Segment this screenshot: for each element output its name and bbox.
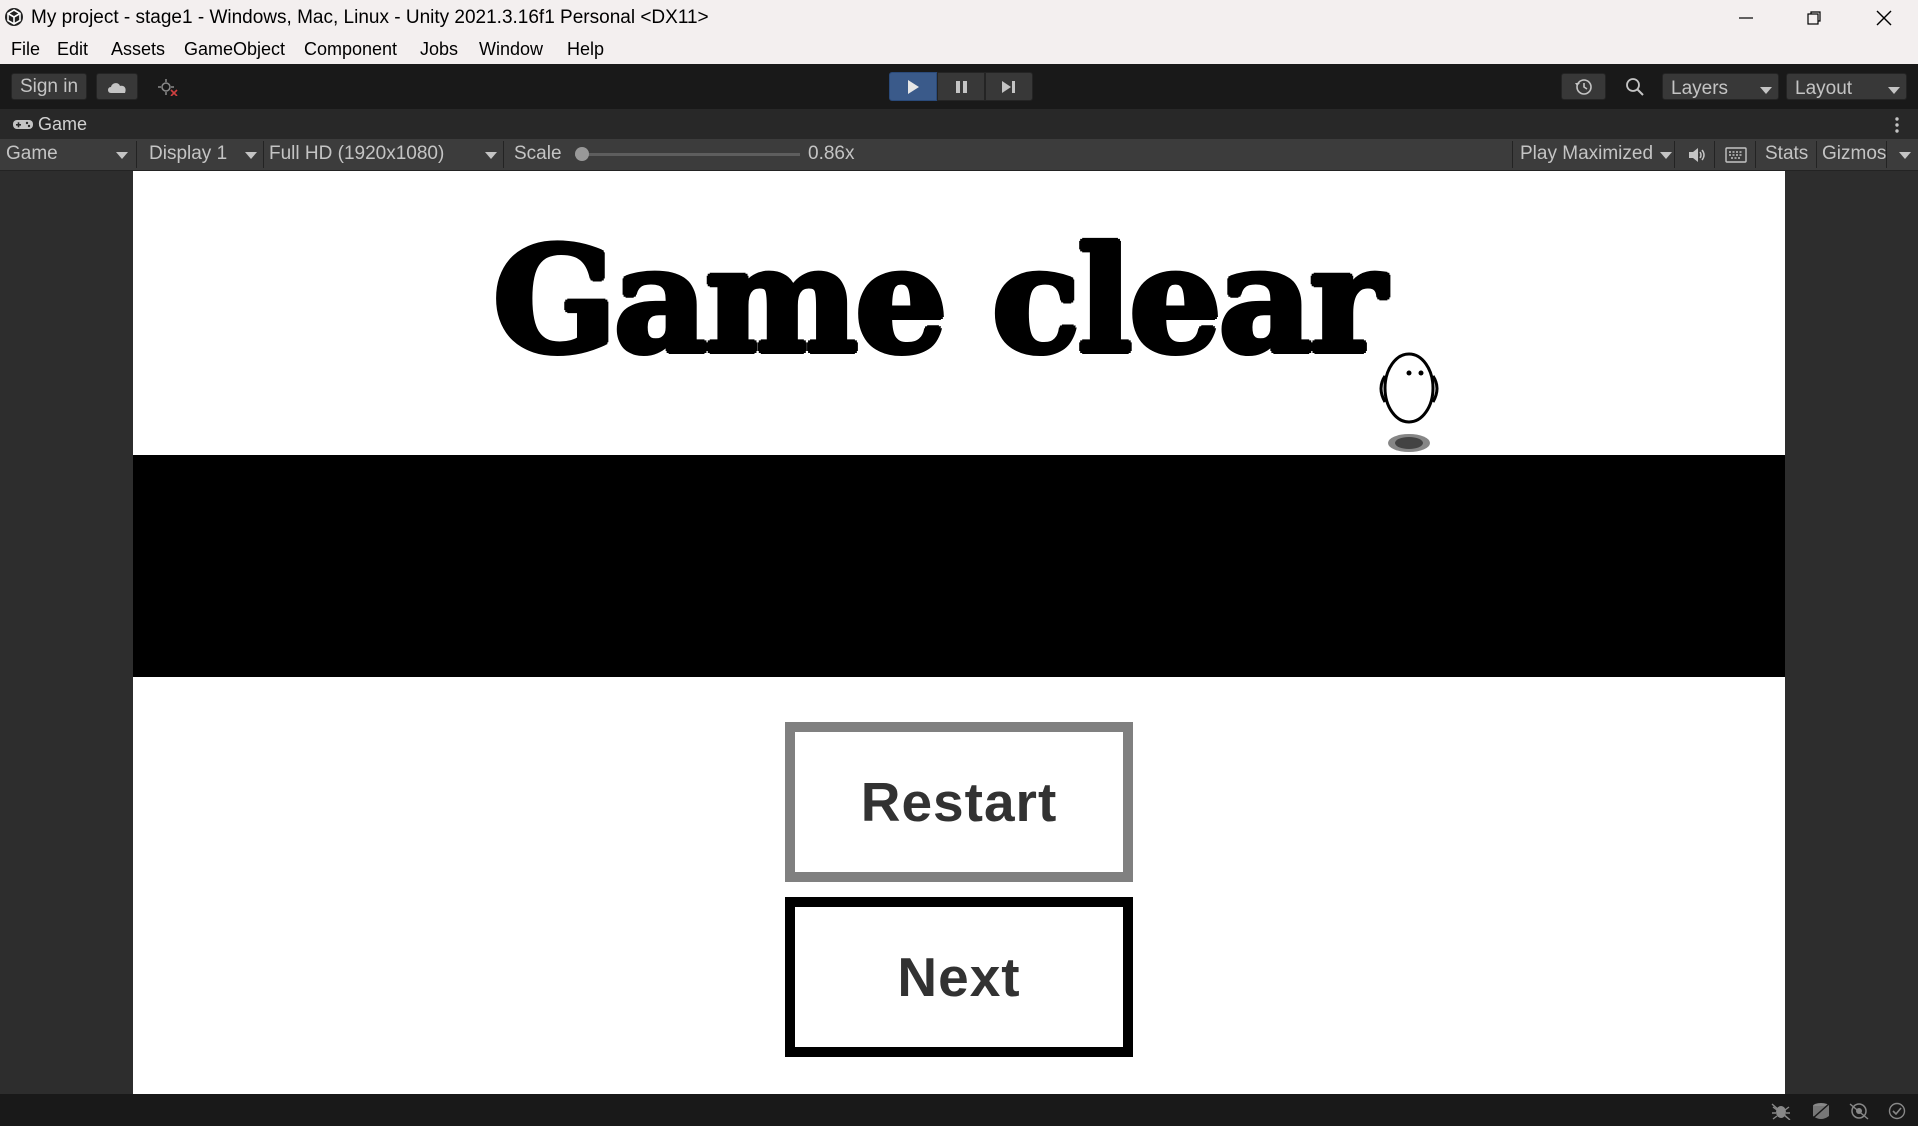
divider <box>503 141 504 168</box>
divider <box>1816 141 1817 168</box>
chevron-down-icon <box>116 152 128 159</box>
divider <box>1714 141 1715 168</box>
play-icon <box>908 79 919 94</box>
chevron-down-icon <box>1660 152 1672 159</box>
display-label: Display 1 <box>149 143 228 164</box>
search-icon <box>1626 77 1644 96</box>
main-toolbar: Sign in Layers Layout <box>0 64 1918 109</box>
play-mode-label: Play Maximized <box>1520 143 1654 164</box>
layers-label: Layers <box>1671 78 1729 99</box>
layout-dropdown[interactable]: Layout <box>1786 73 1907 100</box>
menu-jobs[interactable]: Jobs <box>420 39 458 60</box>
gizmos-button[interactable]: Gizmos <box>1822 143 1886 165</box>
scale-slider-track[interactable] <box>575 147 800 161</box>
status-bar <box>0 1094 1918 1126</box>
keyboard-icon[interactable] <box>1725 147 1747 163</box>
game-clear-title: Game clear <box>493 216 1386 386</box>
unity-logo-icon <box>5 8 23 26</box>
game-tab-bar: Game <box>0 109 1918 139</box>
game-view: Game clear Restart Next <box>0 171 1918 1094</box>
egg-character-icon <box>1379 352 1439 452</box>
pause-button[interactable] <box>937 72 985 101</box>
restart-button[interactable]: Restart <box>785 722 1133 882</box>
tab-game-label: Game <box>38 113 88 134</box>
window-title-bar: My project - stage1 - Windows, Mac, Linu… <box>0 0 1918 35</box>
divider <box>136 141 137 168</box>
menu-gameobject[interactable]: GameObject <box>184 39 285 60</box>
bug-icon[interactable] <box>1770 1102 1792 1120</box>
divider <box>1674 141 1675 168</box>
view-dropdown[interactable]: Game <box>0 139 134 170</box>
resolution-label: Full HD (1920x1080) <box>269 143 445 164</box>
menu-component[interactable]: Component <box>304 39 397 60</box>
tab-game[interactable]: Game <box>0 109 87 139</box>
stats-button[interactable]: Stats <box>1765 143 1808 165</box>
divider <box>1886 141 1887 168</box>
cloud-button[interactable] <box>96 73 138 100</box>
scale-slider-thumb[interactable] <box>575 147 589 161</box>
menu-assets[interactable]: Assets <box>111 39 165 60</box>
menu-window[interactable]: Window <box>479 39 543 60</box>
menu-edit[interactable]: Edit <box>57 39 88 60</box>
layout-label: Layout <box>1795 78 1853 99</box>
window-title: My project - stage1 - Windows, Mac, Linu… <box>31 7 709 28</box>
next-label: Next <box>897 946 1021 1008</box>
next-button[interactable]: Next <box>785 897 1133 1057</box>
scale-label: Scale <box>514 143 562 164</box>
chevron-down-icon <box>245 152 257 159</box>
play-button[interactable] <box>889 72 937 101</box>
sign-in-label: Sign in <box>19 75 79 97</box>
step-icon <box>1002 80 1015 93</box>
gamepad-icon <box>13 120 33 129</box>
network-icon[interactable] <box>1848 1102 1870 1120</box>
view-label: Game <box>6 143 58 164</box>
chevron-down-icon <box>1888 87 1900 94</box>
menu-bar: File Edit Assets GameObject Component Jo… <box>0 35 1918 64</box>
game-screen: Game clear Restart Next <box>133 171 1785 1094</box>
restart-label: Restart <box>860 771 1058 833</box>
game-view-toolbar: Game Display 1 Full HD (1920x1080) Scale… <box>0 139 1918 171</box>
sign-in-button[interactable]: Sign in <box>11 73 87 100</box>
restore-icon[interactable] <box>1780 0 1848 35</box>
search-button[interactable] <box>1614 73 1656 100</box>
chevron-down-icon <box>485 152 497 159</box>
scale-value: 0.86x <box>808 143 855 164</box>
ground-platform <box>133 455 1785 677</box>
menu-help[interactable]: Help <box>567 39 604 60</box>
minimize-icon[interactable] <box>1712 0 1780 35</box>
close-icon[interactable] <box>1850 0 1918 35</box>
history-button[interactable] <box>1561 73 1606 100</box>
history-icon <box>1574 78 1592 95</box>
menu-file[interactable]: File <box>11 39 40 60</box>
cache-icon[interactable] <box>1810 1102 1832 1120</box>
speaker-icon[interactable] <box>1687 146 1707 164</box>
play-mode-dropdown[interactable]: Play Maximized <box>1512 139 1672 170</box>
collab-icon <box>158 78 178 96</box>
display-dropdown[interactable]: Display 1 <box>143 139 263 170</box>
chevron-down-icon <box>1760 87 1772 94</box>
step-button[interactable] <box>985 72 1033 101</box>
pause-icon <box>956 80 967 93</box>
check-icon[interactable] <box>1887 1102 1907 1120</box>
chevron-down-icon[interactable] <box>1899 152 1911 159</box>
layers-dropdown[interactable]: Layers <box>1662 73 1779 100</box>
resolution-dropdown[interactable]: Full HD (1920x1080) <box>263 139 503 170</box>
kebab-icon[interactable] <box>1894 116 1900 134</box>
cloud-icon <box>108 82 126 93</box>
divider <box>1755 141 1756 168</box>
collab-button[interactable] <box>148 73 188 100</box>
